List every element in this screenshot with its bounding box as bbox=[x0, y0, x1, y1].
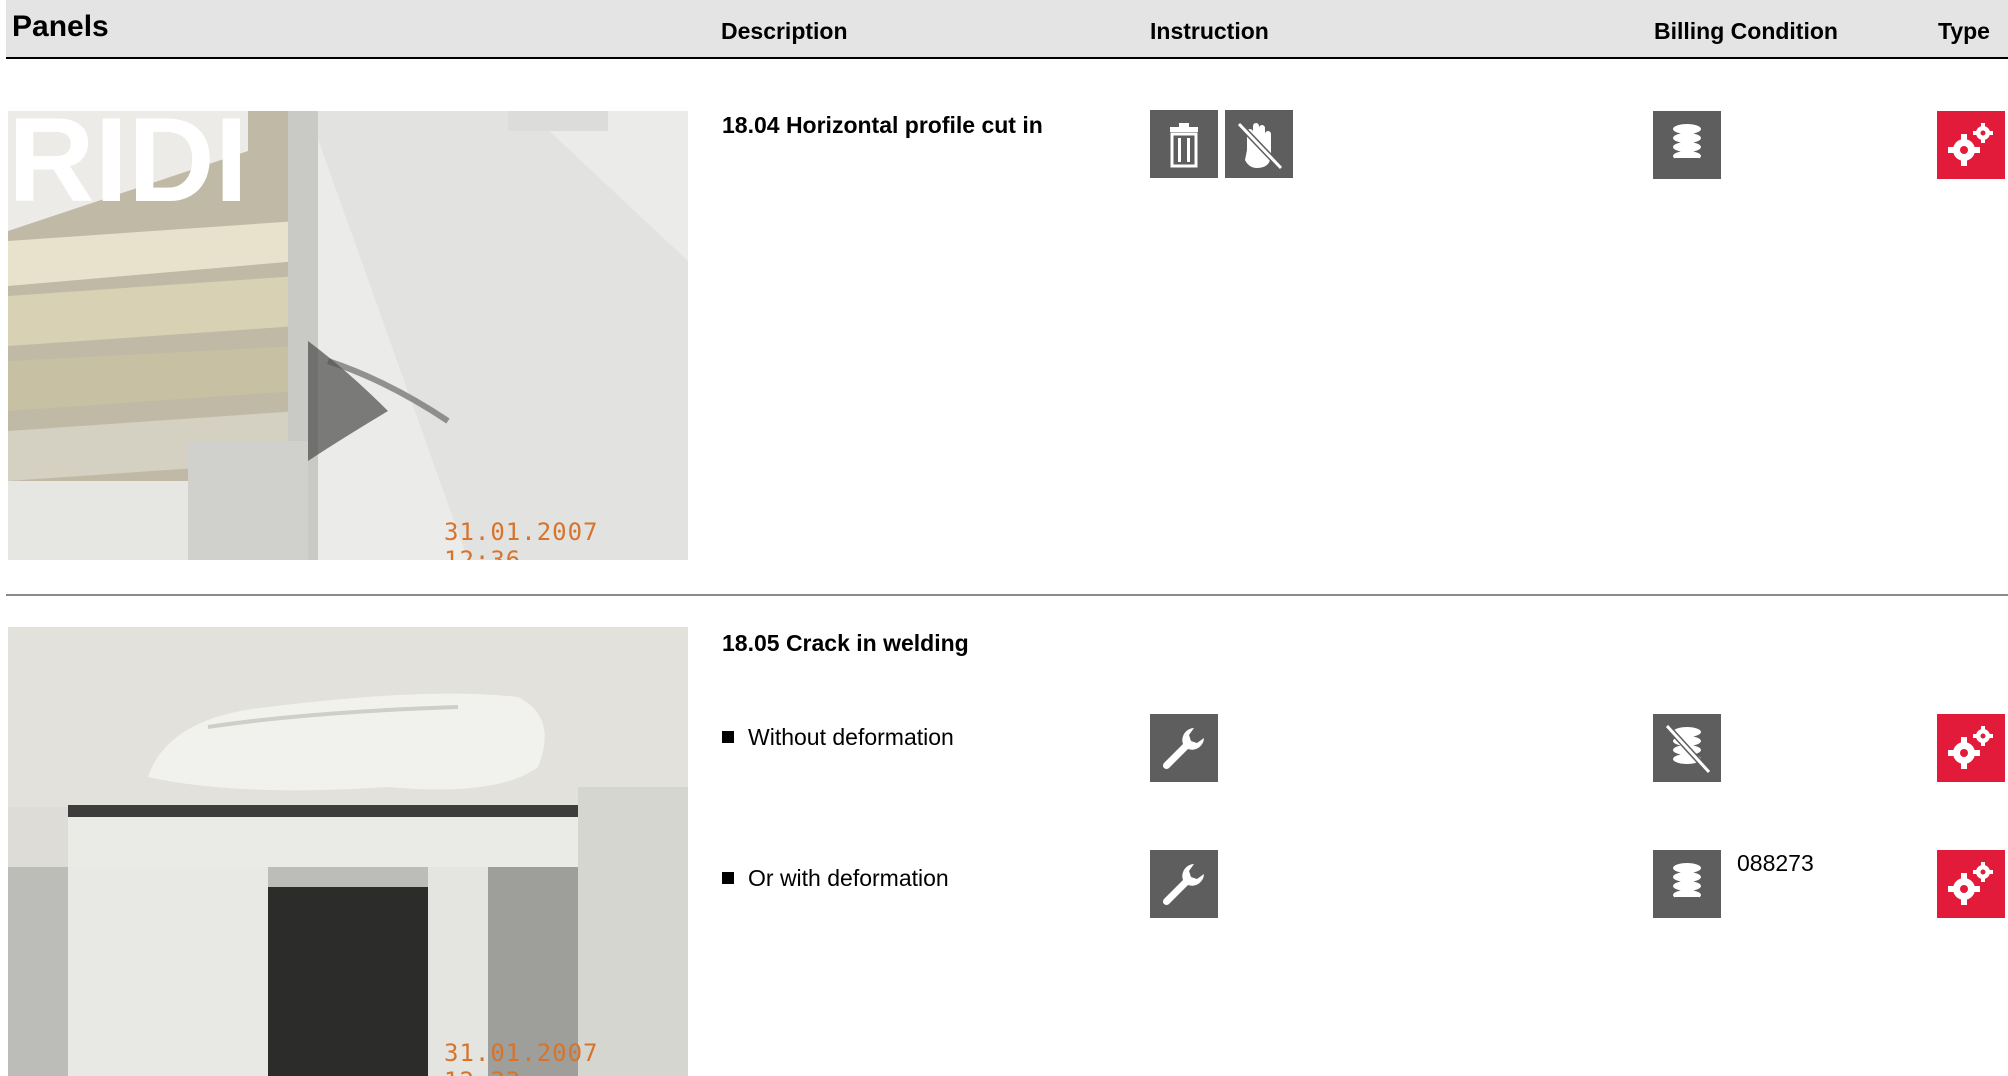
no-coins-icon bbox=[1653, 714, 1721, 782]
photo-timestamp: 31.01.2007 12:33 bbox=[444, 1039, 599, 1076]
column-type: Type bbox=[1938, 18, 1990, 44]
wrench-icon bbox=[1150, 714, 1218, 782]
column-description: Description bbox=[721, 18, 848, 44]
photo-crack-in-welding: 31.01.2007 12:33 bbox=[8, 627, 688, 1076]
no-touch-icon bbox=[1225, 110, 1293, 178]
trash-icon bbox=[1150, 110, 1218, 178]
gears-icon bbox=[1937, 714, 2005, 782]
row-divider bbox=[6, 594, 2008, 596]
item-title: 18.05 Crack in welding bbox=[722, 630, 969, 656]
section-title: Panels bbox=[12, 10, 109, 43]
list-item-label: Or with deformation bbox=[748, 865, 949, 891]
photo-timestamp: 31.01.2007 12:36 bbox=[444, 518, 599, 560]
bullet-square bbox=[722, 872, 734, 884]
column-instruction: Instruction bbox=[1150, 18, 1269, 44]
column-billing-condition: Billing Condition bbox=[1654, 18, 1838, 44]
coins-icon bbox=[1653, 111, 1721, 179]
wrench-icon bbox=[1150, 850, 1218, 918]
bullet-square bbox=[722, 731, 734, 743]
gears-icon bbox=[1937, 111, 2005, 179]
list-item-label: Without deformation bbox=[748, 724, 954, 750]
svg-text:RIDI: RIDI bbox=[8, 111, 248, 227]
billing-code: 088273 bbox=[1737, 850, 1814, 876]
coins-icon bbox=[1653, 850, 1721, 918]
table-header: Panels Description Instruction Billing C… bbox=[6, 0, 2008, 59]
list-item: Or with deformation bbox=[722, 865, 949, 892]
photo-horizontal-profile-cut: RIDI 31.01.2007 12:36 bbox=[8, 111, 688, 560]
gears-icon bbox=[1937, 850, 2005, 918]
list-item: Without deformation bbox=[722, 724, 954, 751]
item-title: 18.04 Horizontal profile cut in bbox=[722, 112, 1043, 138]
